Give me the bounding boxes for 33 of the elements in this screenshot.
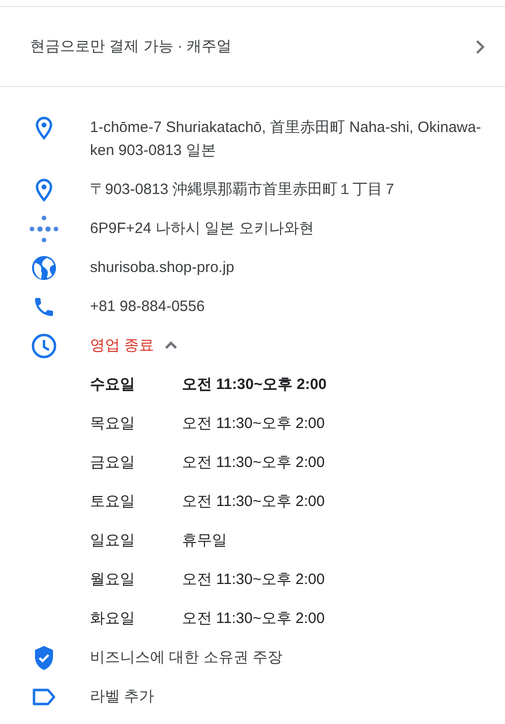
summary-row[interactable]: 현금으로만 결제 가능 · 캐주얼 <box>0 6 505 87</box>
dots-icon <box>29 214 59 242</box>
shield-check-icon <box>33 644 55 670</box>
opening-hours: 오전 11:30~오후 2:00 <box>182 414 325 434</box>
day-name: 화요일 <box>90 609 136 629</box>
location-pin-icon <box>35 178 53 202</box>
day-name: 토요일 <box>90 492 136 512</box>
chevron-right-icon <box>475 38 485 54</box>
address-text: 〒903-0813 沖縄県那覇市首里赤田町１丁目７ <box>90 180 399 200</box>
add-label-link[interactable]: 라벨 추가 <box>90 685 485 708</box>
address-text: 6P9F+24 나하시 일본 오키나와현 <box>90 219 315 239</box>
caret-icon[interactable] <box>164 340 178 350</box>
opening-hours: 오전 11:30~오후 2:00 <box>182 492 325 512</box>
day-name: 금요일 <box>90 453 136 473</box>
opening-hours: 오전 11:30~오후 2:00 <box>182 375 327 395</box>
opening-hours: 오전 11:30~오후 2:00 <box>182 570 325 590</box>
clock-icon <box>31 332 57 358</box>
location-pin-icon <box>35 116 53 140</box>
day-name: 목요일 <box>90 414 136 434</box>
opening-hours: 오전 11:30~오후 2:00 <box>182 609 325 629</box>
phone-number[interactable]: +81 98-884-0556 <box>90 295 485 318</box>
globe-icon <box>31 254 57 280</box>
summary-text: 현금으로만 결제 가능 · 캐주얼 <box>30 37 232 56</box>
website-link[interactable]: shurisoba.shop-pro.jp <box>90 256 485 279</box>
day-name: 일요일 <box>90 531 136 551</box>
day-name: 월요일 <box>90 570 136 590</box>
opening-hours: 오전 11:30~오후 2:00 <box>182 453 325 473</box>
day-name: 수요일 <box>90 375 136 395</box>
opening-hours: 휴무일 <box>182 531 227 551</box>
claim-business-link[interactable]: 비즈니스에 대한 소유권 주장 <box>90 646 485 669</box>
address-text: 1-chōme-7 Shuriakatachō, 首里赤田町 Naha-shi, Okinawa-ken 903-0813 일본 <box>90 118 482 161</box>
label-tag-icon <box>32 688 56 706</box>
hours-status[interactable]: 영업 종료 <box>90 334 154 357</box>
